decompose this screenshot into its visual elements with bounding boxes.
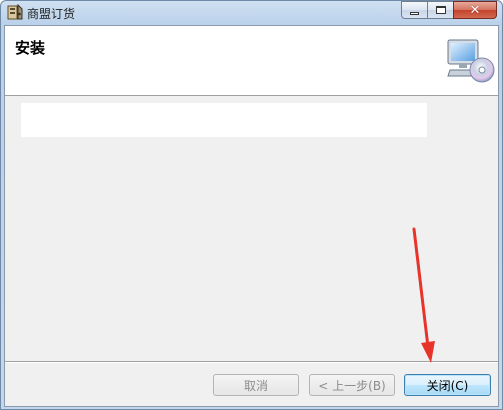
footer-divider: [5, 361, 498, 363]
cancel-button[interactable]: 取消: [213, 374, 299, 396]
maximize-button[interactable]: [427, 1, 453, 19]
page-title: 安装: [15, 39, 46, 57]
title-bar[interactable]: 商盟订货 ✕: [1, 1, 502, 25]
maximize-icon: [435, 6, 446, 14]
close-icon: ✕: [469, 2, 481, 18]
window-title: 商盟订货: [27, 7, 76, 21]
header-banner: 安装: [5, 26, 498, 96]
minimize-icon: [410, 11, 419, 15]
close-window-button[interactable]: ✕: [453, 1, 497, 19]
close-button[interactable]: 关闭(C): [404, 374, 491, 396]
installer-client-area: 安装 取消 < 上一步(B) 关闭(C): [4, 25, 499, 407]
installer-icon: [7, 4, 23, 20]
computer-cd-icon: [447, 39, 495, 83]
installer-window: 商盟订货 ✕ 安装 取消 < 上一步(B) 关闭(C): [0, 0, 503, 410]
back-button[interactable]: < 上一步(B): [309, 374, 395, 396]
progress-area: [21, 103, 427, 137]
minimize-button[interactable]: [401, 1, 427, 19]
caption-buttons: ✕: [401, 1, 497, 20]
